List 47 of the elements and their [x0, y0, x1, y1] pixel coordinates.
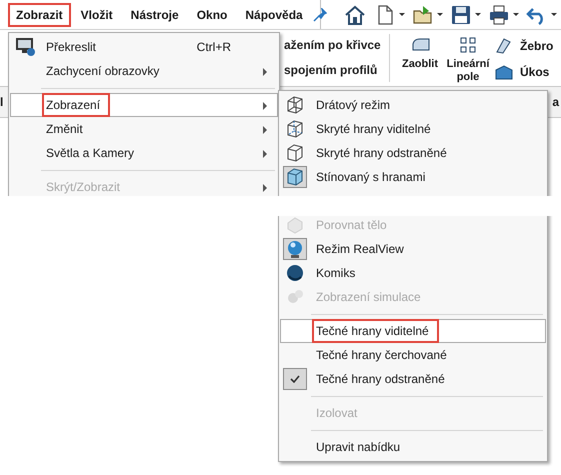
cube-dashed-edges-icon	[285, 119, 305, 139]
menu-item[interactable]: Světla a Kamery	[10, 141, 278, 165]
menu-bar-item[interactable]: Zobrazit	[8, 2, 71, 26]
menu-item[interactable]: Překreslit Ctrl+R	[10, 35, 278, 59]
menu-item[interactable]: Skryté hrany odstraněné	[280, 141, 546, 165]
menu-bar-item[interactable]: Vložit	[72, 2, 121, 26]
shaded-cube-icon	[285, 167, 305, 187]
wireframe-cube-icon	[285, 95, 305, 115]
ribbon-button[interactable]: Lineární pole	[446, 36, 490, 86]
menu-item[interactable]: Skryté hrany viditelné	[280, 117, 546, 141]
dropdown-caret-icon	[551, 13, 557, 16]
printer-icon	[487, 2, 511, 26]
pin-icon	[312, 8, 327, 22]
dark-sphere-icon	[285, 263, 305, 283]
menu-item[interactable]: Komiks	[280, 261, 546, 285]
monitor-refresh-icon	[15, 37, 35, 57]
menu-item[interactable]: Drátový režim	[280, 93, 546, 117]
ribbon-command[interactable]: spojením profilů	[284, 63, 378, 78]
glossy-sphere-icon	[285, 239, 305, 259]
menu-item[interactable]: Tečné hrany odstraněné	[280, 367, 546, 391]
dropdown-caret-icon	[475, 13, 481, 16]
menu-item[interactable]: Režim RealView	[280, 237, 546, 261]
submenu-arrow-icon	[263, 126, 267, 134]
ribbon-command[interactable]: ažením po křivce	[284, 38, 381, 53]
submenu-arrow-icon	[263, 184, 267, 192]
menu-item[interactable]: Zachycení obrazovky	[10, 59, 278, 83]
submenu-arrow-icon	[263, 102, 267, 110]
ribbon-button[interactable]: Úkos	[494, 62, 554, 82]
menu-item[interactable]: Zobrazení	[10, 93, 278, 117]
ribbon-button[interactable]: Žebro	[494, 36, 554, 56]
ribbon-button[interactable]: Zaoblit	[398, 36, 442, 86]
cube-outline-icon	[285, 143, 305, 163]
menu-item[interactable]: Změnit	[10, 117, 278, 141]
submenu-arrow-icon	[263, 68, 267, 76]
menu-bar-item[interactable]: Okno	[188, 2, 236, 26]
menu-item[interactable]: Upravit nabídku	[280, 435, 546, 459]
submenu-arrow-icon	[263, 150, 267, 158]
menu-bar-item[interactable]: Nástroje	[122, 2, 187, 26]
menu-bar-item[interactable]: Nápověda	[237, 2, 311, 26]
tab-label[interactable]: l	[0, 93, 4, 111]
menu-item[interactable]: Tečné hrany viditelné	[280, 319, 546, 343]
dropdown-caret-icon	[399, 13, 405, 16]
dropdown-caret-icon	[437, 13, 443, 16]
dropdown-caret-icon	[513, 13, 519, 16]
menu-item[interactable]: Tečné hrany čerchované	[280, 343, 546, 367]
menu-item[interactable]: Stínovaný s hranami	[280, 165, 546, 189]
tab-label[interactable]: a	[552, 93, 561, 111]
